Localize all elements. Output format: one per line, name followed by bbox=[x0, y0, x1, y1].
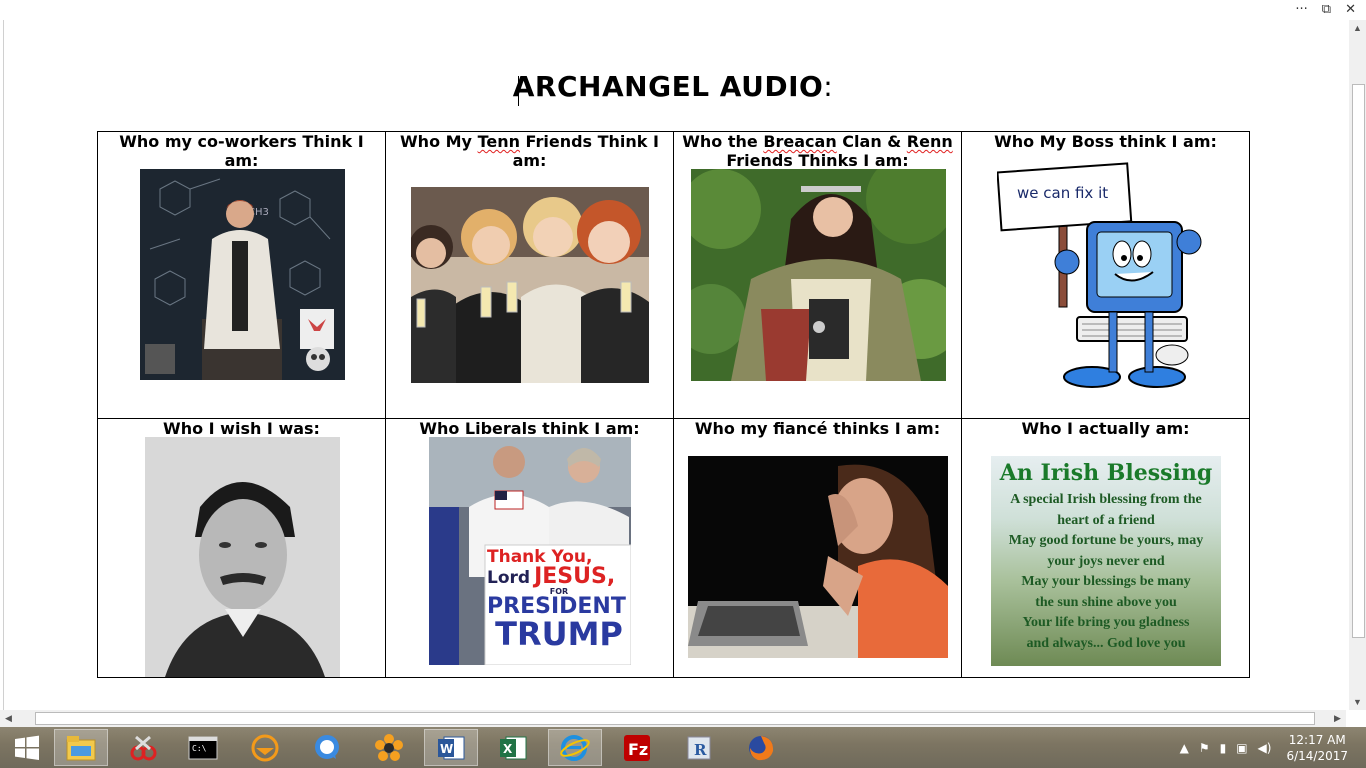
more-options-icon[interactable]: ··· bbox=[1295, 0, 1307, 20]
cell-actually[interactable]: Who I actually am: An Irish Blessing A s… bbox=[961, 418, 1250, 678]
firefox-icon[interactable] bbox=[734, 729, 788, 766]
start-icon[interactable] bbox=[0, 729, 54, 766]
caption-actually: Who I actually am: bbox=[1021, 419, 1190, 438]
horizontal-scrollbar[interactable]: ◀ ▶ bbox=[0, 710, 1346, 727]
scroll-right-icon[interactable]: ▶ bbox=[1329, 710, 1346, 727]
close-icon[interactable]: ✕ bbox=[1345, 0, 1356, 20]
cell-wish[interactable]: Who I wish I was: bbox=[97, 418, 386, 678]
frustrated-woman-photo bbox=[688, 456, 948, 658]
caption-fiance: Who my fiancé thinks I am: bbox=[694, 419, 941, 438]
show-hidden-icons-icon[interactable]: ▲ bbox=[1180, 741, 1189, 755]
document-page: ARCHANGEL AUDIO: Who my co-workers Think… bbox=[0, 0, 1346, 710]
caption-liberals: Who Liberals think I am: bbox=[419, 419, 640, 438]
cell-liberals[interactable]: Who Liberals think I am: Thank You, Lord… bbox=[385, 418, 674, 678]
caption-tenn-friends: Who My Tenn Friends Think I am: bbox=[400, 132, 659, 170]
page-title[interactable]: ARCHANGEL AUDIO: bbox=[0, 70, 1346, 103]
system-tray: ▲ ⚑ ▮ ▣ ◀) 12:17 AM 6/14/2017 bbox=[1175, 727, 1366, 768]
blessing-title: An Irish Blessing bbox=[999, 460, 1213, 486]
clock[interactable]: 12:17 AM 6/14/2017 bbox=[1286, 732, 1348, 764]
word-icon[interactable]: W bbox=[424, 729, 478, 766]
window-controls: ··· ⧉ ✕ bbox=[1295, 0, 1366, 20]
scroll-down-icon[interactable]: ▼ bbox=[1349, 697, 1366, 707]
volume-icon[interactable]: ◀) bbox=[1258, 741, 1272, 755]
action-center-flag-icon[interactable]: ⚑ bbox=[1199, 741, 1210, 755]
blessing-text: A special Irish blessing from the heart … bbox=[1008, 492, 1204, 651]
command-prompt-icon[interactable]: C:\ bbox=[176, 729, 230, 766]
svg-text:X: X bbox=[503, 742, 513, 756]
restore-icon[interactable]: ⧉ bbox=[1322, 0, 1331, 20]
taskbar: C:\ W X Fz R ▲ ⚑ ▮ ▣ ◀) 12:17 AM 6/14/20… bbox=[0, 727, 1366, 768]
mail-client-icon[interactable] bbox=[238, 729, 292, 766]
sign-text: we can fix it bbox=[1017, 184, 1108, 202]
caption-boss: Who My Boss think I am: bbox=[994, 132, 1217, 151]
power-icon[interactable]: ▮ bbox=[1220, 741, 1227, 755]
network-icon[interactable]: ▣ bbox=[1236, 741, 1247, 755]
meme-table: Who my co-workers Think I am: CH3 Who My… bbox=[97, 131, 1250, 678]
file-explorer-icon[interactable] bbox=[54, 729, 108, 766]
cell-breacan-clan[interactable]: Who the Breacan Clan & Renn Friends Thin… bbox=[673, 131, 962, 419]
snipping-tool-icon[interactable] bbox=[116, 729, 170, 766]
svg-text:R: R bbox=[694, 741, 707, 759]
flower-app-icon[interactable] bbox=[362, 729, 416, 766]
clock-time: 12:17 AM bbox=[1288, 732, 1346, 747]
vertical-scroll-thumb[interactable] bbox=[1352, 84, 1365, 638]
party-friends-photo bbox=[411, 187, 649, 383]
cell-tenn-friends[interactable]: Who My Tenn Friends Think I am: bbox=[385, 131, 674, 419]
trump-sign-photo: Thank You, Lord JESUS, FOR PRESIDENT TRU… bbox=[429, 437, 631, 665]
svg-text:W: W bbox=[440, 742, 453, 756]
excel-icon[interactable]: X bbox=[486, 729, 540, 766]
cell-boss[interactable]: Who My Boss think I am: we can fix it bbox=[961, 131, 1250, 419]
scroll-up-icon[interactable]: ▲ bbox=[1349, 23, 1366, 33]
horizontal-scroll-thumb[interactable] bbox=[35, 712, 1315, 725]
scroll-left-icon[interactable]: ◀ bbox=[0, 710, 17, 727]
irish-blessing-image: An Irish Blessing A special Irish blessi… bbox=[991, 456, 1221, 666]
computer-mascot-cartoon: we can fix it bbox=[997, 162, 1207, 392]
caption-wish: Who I wish I was: bbox=[163, 419, 320, 438]
svg-text:Fz: Fz bbox=[628, 740, 648, 759]
svg-text:C:\: C:\ bbox=[192, 744, 207, 753]
internet-explorer-icon[interactable] bbox=[548, 729, 602, 766]
chat-icon[interactable] bbox=[300, 729, 354, 766]
r-app-icon[interactable]: R bbox=[672, 729, 726, 766]
trump-sign-text: Thank You, Lord JESUS, FOR PRESIDENT TRU… bbox=[487, 547, 626, 653]
caption-coworkers: Who my co-workers Think I am: bbox=[119, 132, 364, 170]
page-edge bbox=[3, 20, 4, 710]
vertical-scrollbar[interactable]: ▲ ▼ bbox=[1349, 20, 1366, 710]
filezilla-icon[interactable]: Fz bbox=[610, 729, 664, 766]
caption-breacan-clan: Who the Breacan Clan & Renn Friends Thin… bbox=[682, 132, 953, 170]
cell-coworkers[interactable]: Who my co-workers Think I am: CH3 bbox=[97, 131, 386, 419]
cell-fiance[interactable]: Who my fiancé thinks I am: bbox=[673, 418, 962, 678]
scientist-photo: CH3 bbox=[140, 169, 345, 380]
clock-date: 6/14/2017 bbox=[1286, 748, 1348, 763]
tesla-portrait-photo bbox=[145, 437, 340, 677]
renaissance-woman-photo bbox=[691, 169, 946, 381]
